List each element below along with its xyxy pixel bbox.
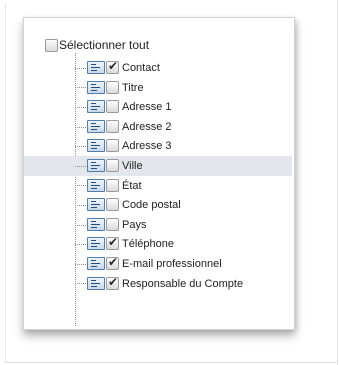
tree-branch-line [75,244,86,246]
field-list-icon [87,256,105,270]
checkmark-icon: ✔ [108,59,119,73]
field-list-icon [87,178,105,192]
tree-item-1[interactable]: Titre [24,78,292,98]
tree-item-label: E-mail professionnel [122,257,222,270]
tree-item-checkbox[interactable] [106,80,119,94]
field-list-icon [87,61,105,74]
tree-item-label: Téléphone [122,238,174,251]
tree-item-checkbox[interactable]: ✔ [106,254,119,270]
tree-item-checkbox[interactable] [106,139,119,153]
tree-item-0[interactable]: ✔ Contact [24,58,292,78]
field-list-icon [87,237,105,251]
tree-item-checkbox[interactable] [106,119,119,133]
tree-item-8[interactable]: Pays [24,215,292,235]
tree-item-label: Adresse 2 [122,120,172,133]
tree-item-9[interactable]: ✔ Téléphone [24,234,292,254]
select-all-checkbox[interactable] [45,38,58,52]
field-list-icon [87,217,105,231]
tree-branch-line [75,146,86,148]
checkmark-icon: ✔ [108,254,119,269]
tree-branch-line [75,126,86,128]
field-list-icon [87,198,105,212]
tree-branch-line [75,224,86,226]
tree-branch-line [75,204,86,206]
tree-branch-line [75,106,86,108]
tree-item-label: Titre [122,81,144,94]
tree-branch-line [75,185,86,187]
field-list-icon [87,80,105,94]
tree-item-checkbox[interactable]: ✔ [106,274,119,290]
tree-item-10[interactable]: ✔ E-mail professionnel [24,254,292,274]
frame-border-right [337,0,338,365]
tree-item-label: Adresse 1 [122,101,172,114]
tree-item-checkbox[interactable] [106,198,119,212]
tree-item-label: Contact [122,62,160,74]
tree-item-label: Code postal [122,199,181,212]
tree-item-4[interactable]: Adresse 3 [24,136,292,156]
tree-item-label: Adresse 3 [122,140,172,153]
checkmark-icon: ✔ [108,274,119,289]
tree-item-checkbox[interactable] [106,178,119,192]
select-all-row[interactable]: Sélectionner tout [45,37,149,53]
field-list-icon [87,100,105,114]
field-list-icon [87,276,105,290]
screenshot-page: Sélectionner tout ✔ Contact Titre Adress… [0,0,339,365]
field-selection-tree-panel: Sélectionner tout ✔ Contact Titre Adress… [23,17,295,330]
tree-item-label: Pays [122,218,147,231]
tree-branch-line [75,87,86,89]
select-all-label: Sélectionner tout [59,38,150,52]
tree-item-11[interactable]: ✔ Responsable du Compte [24,274,292,294]
tree-item-6[interactable]: État [24,176,292,196]
field-list: ✔ Contact Titre Adresse 1 Adresse 2 Adre… [24,58,292,293]
tree-item-label: Responsable du Compte [122,277,244,290]
tree-item-label: État [122,179,142,192]
field-list-icon [87,119,105,133]
tree-item-checkbox[interactable]: ✔ [106,235,119,251]
tree-branch-line [75,263,86,265]
tree-branch-line [75,283,86,285]
checkmark-icon: ✔ [108,235,119,250]
tree-item-checkbox[interactable] [106,217,119,231]
tree-item-checkbox[interactable] [106,100,119,114]
tree-item-checkbox[interactable] [106,158,119,172]
tree-branch-line [75,165,86,167]
field-list-icon [87,139,105,153]
tree-item-5[interactable]: Ville [24,155,292,176]
field-list-icon [87,158,105,172]
tree-item-2[interactable]: Adresse 1 [24,97,292,117]
tree-item-7[interactable]: Code postal [24,195,292,215]
tree-item-3[interactable]: Adresse 2 [24,117,292,137]
tree-item-checkbox[interactable]: ✔ [106,59,119,74]
tree-item-label: Ville [122,159,143,172]
tree-branch-line [75,67,86,69]
